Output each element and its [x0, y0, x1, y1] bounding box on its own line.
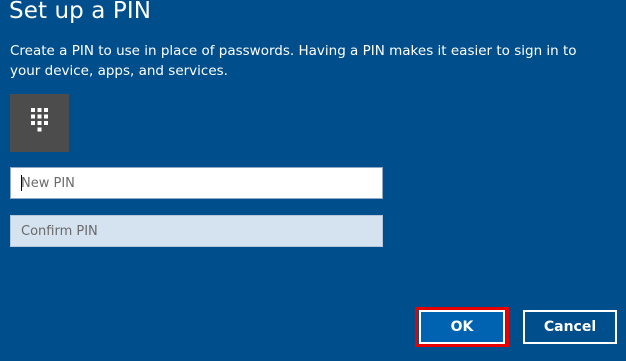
keypad-icon	[10, 94, 69, 152]
keypad-icon-graphic	[31, 108, 48, 132]
dialog-description: Create a PIN to use in place of password…	[10, 43, 577, 79]
ok-button[interactable]: OK	[419, 310, 505, 344]
cancel-button[interactable]: Cancel	[523, 310, 617, 344]
new-pin-field[interactable]	[10, 167, 383, 199]
confirm-pin-field[interactable]	[10, 215, 383, 247]
text-caret	[21, 175, 22, 191]
dialog-title: Set up a PIN	[9, 0, 152, 24]
pin-setup-dialog: Set up a PIN Create a PIN to use in plac…	[0, 0, 626, 361]
